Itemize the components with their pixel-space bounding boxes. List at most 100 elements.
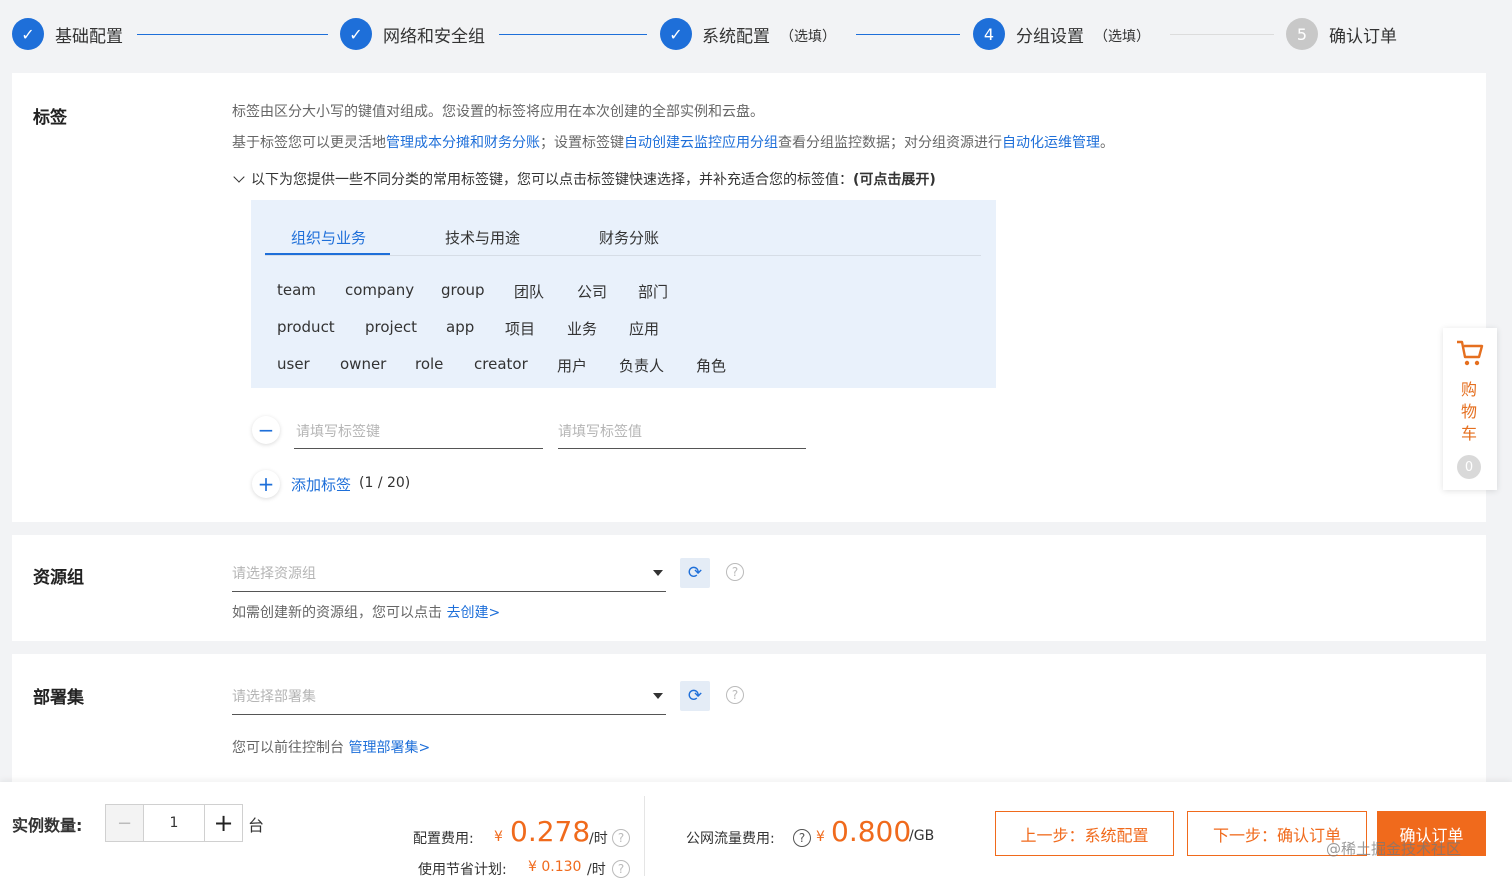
step-2-label[interactable]: 网络和安全组 <box>383 22 485 47</box>
deployment-set-select[interactable]: 请选择部署集 <box>232 686 316 706</box>
traffic-fee-currency: ¥ <box>816 829 825 845</box>
tag-key-option[interactable]: team <box>277 281 316 299</box>
help-icon[interactable]: ? <box>612 860 630 878</box>
tab-org-business[interactable]: 组织与业务 <box>291 227 366 248</box>
step-5-number: 5 <box>1286 18 1318 50</box>
resource-group-select[interactable]: 请选择资源组 <box>232 563 316 583</box>
create-resource-group-link[interactable]: 去创建> <box>446 605 500 621</box>
plus-icon: + <box>257 472 275 496</box>
tag-key-option[interactable]: user <box>277 355 310 373</box>
cart-icon <box>1457 340 1484 366</box>
tag-key-option[interactable]: 角色 <box>696 355 726 376</box>
traffic-fee-label: 公网流量费用: <box>686 831 775 847</box>
step-1-label[interactable]: 基础配置 <box>55 22 123 47</box>
saving-plan-label: 使用节省计划: <box>418 862 507 878</box>
deployment-set-select-underline <box>232 714 666 715</box>
tags-description: 标签由区分大小写的键值对组成。您设置的标签将应用在本次创建的全部实例和云盘。 <box>232 104 764 120</box>
cost-allocation-link[interactable]: 管理成本分摊和财务分账 <box>386 135 540 151</box>
add-tag-icon-button[interactable]: + <box>252 470 280 498</box>
tags-section-title: 标签 <box>33 108 67 128</box>
help-icon[interactable]: ? <box>793 829 811 847</box>
footer-divider <box>644 796 645 876</box>
resource-group-hint: 如需创建新的资源组，您可以点击 去创建> <box>232 605 501 621</box>
help-icon[interactable]: ? <box>612 829 630 847</box>
config-fee-label: 配置费用: <box>413 831 474 847</box>
resource-group-select-underline <box>232 591 666 592</box>
tag-key-option[interactable]: 项目 <box>505 318 535 339</box>
tag-key-option[interactable]: 公司 <box>577 281 607 302</box>
tag-key-option[interactable]: creator <box>474 355 528 373</box>
tag-key-option[interactable]: project <box>365 318 417 336</box>
help-icon[interactable]: ? <box>726 563 744 581</box>
auto-ops-link[interactable]: 自动化运维管理 <box>1002 135 1100 151</box>
watermark: @稀土掘金技术社区 <box>1326 840 1462 858</box>
deployment-set-title: 部署集 <box>33 688 84 708</box>
traffic-fee-value: 0.800 <box>831 815 912 848</box>
cart-label-char: 物 <box>1461 402 1478 421</box>
refresh-deployment-set-button[interactable]: ⟳ <box>680 681 710 711</box>
increase-quantity-button[interactable]: + <box>204 805 242 841</box>
tag-value-input[interactable]: 请填写标签值 <box>558 421 642 441</box>
tab-finance[interactable]: 财务分账 <box>599 227 659 248</box>
tag-key-option[interactable]: app <box>446 318 474 336</box>
traffic-fee-unit: /GB <box>909 828 935 844</box>
prev-step-button[interactable]: 上一步：系统配置 <box>995 811 1174 856</box>
tag-key-option[interactable]: 业务 <box>567 318 597 339</box>
tag-key-input[interactable]: 请填写标签键 <box>296 421 380 441</box>
minus-icon: − <box>257 418 275 442</box>
refresh-resource-group-button[interactable]: ⟳ <box>680 558 710 588</box>
cart-label-char: 购 <box>1461 380 1478 399</box>
tag-key-option[interactable]: 应用 <box>629 318 659 339</box>
tag-key-option[interactable]: owner <box>340 355 386 373</box>
deployment-set-panel <box>12 654 1486 782</box>
tag-key-option[interactable]: company <box>345 281 414 299</box>
quantity-unit: 台 <box>248 816 265 835</box>
step-4-optional: （选填） <box>1094 29 1150 45</box>
help-icon[interactable]: ? <box>726 686 744 704</box>
refresh-icon: ⟳ <box>687 686 703 706</box>
step-4-number: 4 <box>973 18 1005 50</box>
step-3-label[interactable]: 系统配置 <box>702 22 770 47</box>
add-tag-link[interactable]: 添加标签 <box>291 474 351 495</box>
dropdown-caret-icon[interactable] <box>653 570 663 576</box>
tags-description-2: 基于标签您可以更灵活地管理成本分摊和财务分账；设置标签键自动创建云监控应用分组查… <box>232 135 1114 151</box>
saving-plan-value: ¥ 0.130 <box>528 859 582 875</box>
tags-expand-toggle[interactable]: 以下为您提供一些不同分类的常用标签键，您可以点击标签键快速选择，并补充适合您的标… <box>232 169 936 189</box>
config-fee-currency: ¥ <box>494 829 503 845</box>
tag-key-option[interactable]: group <box>441 281 485 299</box>
refresh-icon: ⟳ <box>687 563 703 583</box>
tag-key-option[interactable]: 负责人 <box>619 355 664 376</box>
step-connector <box>856 34 960 35</box>
config-fee-unit: /时 <box>589 831 608 847</box>
tag-key-option[interactable]: role <box>415 355 443 373</box>
deployment-set-hint: 您可以前往控制台 管理部署集> <box>232 740 431 756</box>
step-5-label: 确认订单 <box>1329 27 1397 47</box>
step-2-check-icon: ✓ <box>340 18 372 50</box>
remove-tag-button[interactable]: − <box>252 416 280 444</box>
saving-plan-unit: /时 <box>587 862 606 878</box>
tab-tech-usage[interactable]: 技术与用途 <box>445 227 520 248</box>
decrease-quantity-button[interactable]: − <box>106 805 144 841</box>
tag-value-input-underline <box>558 448 806 449</box>
quantity-input[interactable]: 1 <box>144 805 204 841</box>
cart-count-badge: 0 <box>1457 455 1481 479</box>
step-connector <box>1170 34 1274 35</box>
resource-group-title: 资源组 <box>33 568 84 588</box>
dropdown-caret-icon[interactable] <box>653 693 663 699</box>
quantity-stepper: − 1 + <box>105 804 243 842</box>
step-1-check-icon: ✓ <box>12 18 44 50</box>
step-connector <box>137 34 328 35</box>
quantity-label: 实例数量: <box>12 816 83 835</box>
tag-key-option[interactable]: 用户 <box>557 355 587 376</box>
active-tab-indicator <box>265 253 390 255</box>
shopping-cart-widget[interactable]: 购 物 车 0 <box>1443 328 1497 490</box>
step-connector <box>499 34 647 35</box>
step-3-check-icon: ✓ <box>660 18 692 50</box>
manage-deployment-set-link[interactable]: 管理部署集> <box>348 740 430 756</box>
tag-key-option[interactable]: 团队 <box>514 281 544 302</box>
chevron-down-icon <box>233 171 245 183</box>
cloud-monitor-group-link[interactable]: 自动创建云监控应用分组 <box>624 135 778 151</box>
tag-suggestion-box: 组织与业务 技术与用途 财务分账 team company group 团队 公… <box>251 200 996 388</box>
tag-key-option[interactable]: 部门 <box>638 281 668 302</box>
tag-key-option[interactable]: product <box>277 318 335 336</box>
